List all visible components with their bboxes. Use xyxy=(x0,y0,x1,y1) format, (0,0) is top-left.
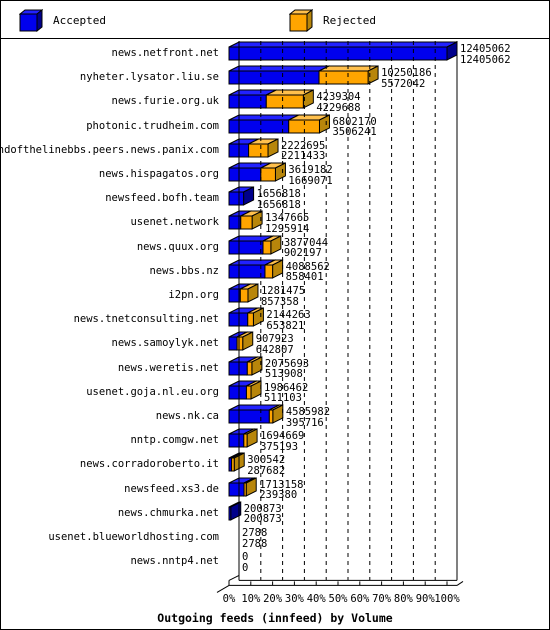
category-label: news.quux.org xyxy=(136,240,219,253)
bar-value-labels: 2222695 2211433 xyxy=(281,141,325,162)
bar-value-labels: 907923 642807 xyxy=(256,334,294,355)
category-label: news.nntp4.net xyxy=(130,555,219,568)
category-label: nntp.comgw.net xyxy=(130,434,219,447)
bar-group xyxy=(223,548,549,574)
value-accepted: 3619182 xyxy=(288,164,333,176)
category-label: news.weretis.net xyxy=(117,361,219,374)
bar-value-labels: 1713158 239380 xyxy=(259,480,303,501)
category-label: news.hispagatos.org xyxy=(98,168,219,180)
bar-segment-rejected xyxy=(260,162,286,182)
x-tick-label: 100% xyxy=(434,593,460,606)
chart-legend: Accepted Rejected xyxy=(1,1,549,39)
bars-layer: 12405062 12405062 10250186 5572042 4239304 42… xyxy=(223,39,549,587)
cube-swatch-icon-accepted xyxy=(19,9,43,33)
bar-value-labels: 1656818 1656818 xyxy=(257,189,301,210)
chart-page: Accepted Rejected news.netfront.net nyhet… xyxy=(0,0,550,630)
category-label: usenet.goja.nl.eu.org xyxy=(86,385,219,398)
x-tick-label: 50% xyxy=(328,593,348,606)
category-axis-labels: news.netfront.net nyheter.lysator.liu.se n… xyxy=(1,39,223,587)
bar-group xyxy=(228,113,330,134)
category-label: newsfeed.bofh.team xyxy=(105,192,219,205)
bar-value-labels: 4088562 858401 xyxy=(286,262,330,283)
bar-value-labels: 300542 287682 xyxy=(247,455,285,476)
bar-group xyxy=(228,258,284,279)
bar-value-labels: 4239304 4229688 xyxy=(316,92,360,113)
category-label: photonic.trudheim.com xyxy=(86,119,219,132)
bar-segment-rejected xyxy=(248,137,279,158)
category-label: usenet.network xyxy=(130,216,219,229)
bar-segment-accepted xyxy=(228,186,255,206)
bar-value-labels: 1986462 511103 xyxy=(264,383,308,404)
bar-segment-accepted xyxy=(228,41,458,61)
bar-segment-rejected xyxy=(318,65,379,85)
bar-group xyxy=(228,137,279,158)
x-tick-label: 70% xyxy=(372,593,392,606)
bar-group xyxy=(228,89,314,110)
legend-item-accepted: Accepted xyxy=(19,7,106,33)
category-label: news.chmurka.net xyxy=(117,506,219,519)
cube-swatch-icon-rejected xyxy=(289,9,313,33)
x-axis-tick-labels: 0% 10% 20% 30% 40% 50% 60% 70% 80% 90% 100% xyxy=(1,593,549,609)
bar-value-labels: 1347665 1295914 xyxy=(265,213,309,234)
bar-value-labels: 200873 200873 xyxy=(244,504,282,525)
bar-value-labels: 12405062 12405062 xyxy=(460,44,511,65)
category-label: news.corradoroberto.it xyxy=(79,458,219,471)
bar-value-labels: 00 xyxy=(242,552,248,573)
bar-segment-rejected xyxy=(288,113,330,134)
bar-value-labels: 1694669 375193 xyxy=(260,431,304,452)
category-label: newsfeed.xs3.de xyxy=(124,482,219,495)
bar-group xyxy=(228,234,282,255)
bar-value-labels: 3877044 902197 xyxy=(284,238,328,259)
bar-value-labels: 6802170 3506241 xyxy=(332,117,376,138)
value-accepted: 12405062 xyxy=(460,43,511,55)
bar-value-labels: 3619182 1669071 xyxy=(288,165,332,186)
bar-group xyxy=(223,524,549,550)
value-accepted: 1281475 xyxy=(260,285,306,297)
bar-value-labels: 2144263 653821 xyxy=(266,310,310,331)
legend-label-rejected: Rejected xyxy=(323,13,376,27)
category-label: endofthelinebbs.peers.news.panix.com xyxy=(0,143,219,156)
category-label: news.samoylyk.net xyxy=(111,337,219,350)
category-label: news.bbs.nz xyxy=(149,264,219,277)
bar-group xyxy=(228,404,284,424)
value-accepted: 2788 xyxy=(242,527,268,539)
category-label: usenet.blueworldhosting.com xyxy=(48,531,219,543)
category-label: news.furie.org.uk xyxy=(111,95,219,108)
legend-label-accepted: Accepted xyxy=(53,13,106,27)
bar-segment-accepted xyxy=(228,500,242,521)
x-tick-label: 0% xyxy=(222,593,236,606)
bar-segment-accepted xyxy=(228,65,330,85)
value-accepted: 4585982 xyxy=(285,406,331,418)
x-tick-label: 10% xyxy=(241,593,261,606)
x-tick-label: 30% xyxy=(284,593,304,606)
x-tick-label: 60% xyxy=(350,593,370,606)
legend-item-rejected: Rejected xyxy=(289,7,376,33)
bar-value-labels: 1281475 857358 xyxy=(261,286,305,307)
chart-title: Outgoing feeds (innfeed) by Volume xyxy=(157,611,393,626)
x-tick-label: 90% xyxy=(415,593,435,606)
category-label: i2pn.org xyxy=(168,289,219,301)
category-label: nyheter.lysator.liu.se xyxy=(79,71,219,84)
bar-value-labels: 10250186 5572042 xyxy=(381,68,432,89)
x-tick-label: 80% xyxy=(393,593,413,606)
x-tick-label: 40% xyxy=(306,593,326,606)
bar-value-labels: 2788 2788 xyxy=(242,528,267,549)
bar-value-labels: 2075693 513908 xyxy=(265,359,309,380)
bar-segment-rejected xyxy=(265,89,314,110)
category-label: news.nk.ca xyxy=(155,410,219,422)
bar-value-labels: 4585982 395716 xyxy=(286,407,330,428)
value-rejected: 0 xyxy=(242,561,249,574)
bar-group xyxy=(228,162,286,182)
category-label: news.netfront.net xyxy=(111,47,219,59)
category-label: news.tnetconsulting.net xyxy=(73,313,219,326)
x-tick-label: 20% xyxy=(263,593,283,606)
chart-plot-area: news.netfront.net nyheter.lysator.liu.se n… xyxy=(1,39,549,629)
